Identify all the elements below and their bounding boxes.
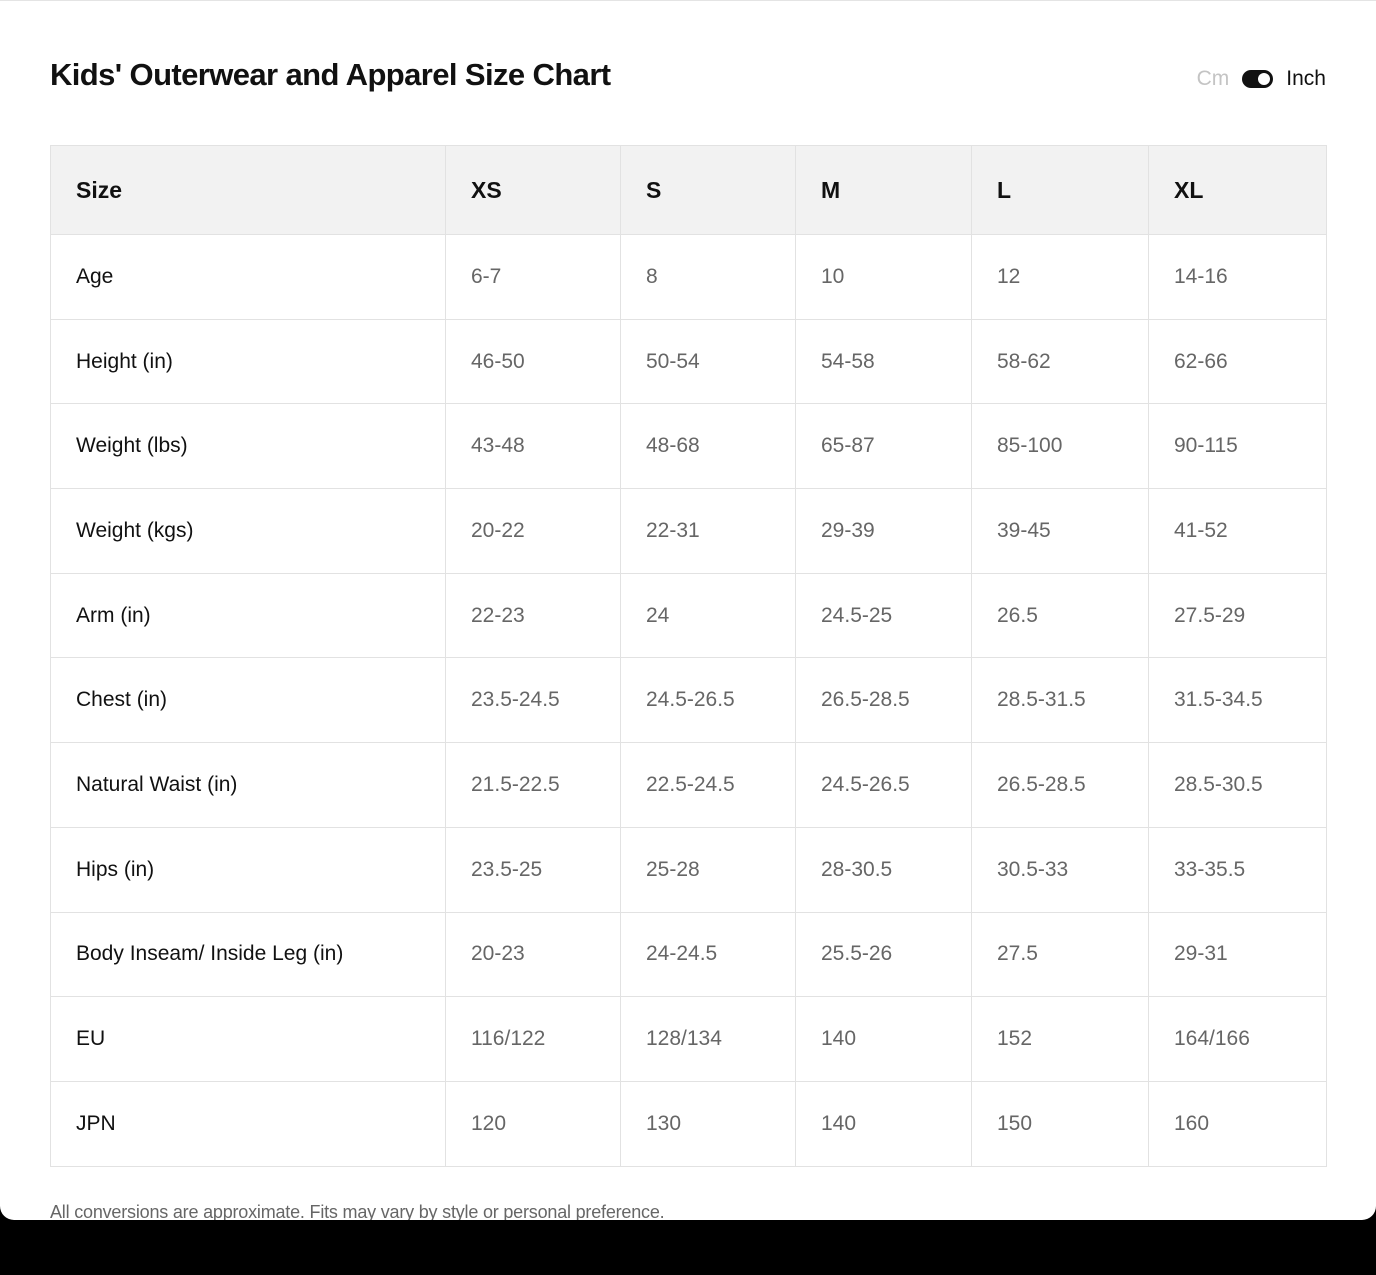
table-row: Weight (lbs) 43-48 48-68 65-87 85-100 90-115 <box>50 403 1327 490</box>
table-cell: 28-30.5 <box>795 826 972 913</box>
table-cell: 164/166 <box>1148 996 1327 1082</box>
header-cell-size: Size <box>50 145 446 235</box>
table-cell: 28.5-31.5 <box>971 657 1149 744</box>
header-cell-m: M <box>795 145 972 235</box>
header-cell-xl: XL <box>1148 145 1327 235</box>
table-cell: 20-23 <box>445 911 621 998</box>
table-cell: 41-52 <box>1148 488 1327 574</box>
table-cell: 12 <box>971 234 1149 320</box>
table-cell: 39-45 <box>971 488 1149 574</box>
unit-switch-knob <box>1258 73 1271 85</box>
unit-inch-label[interactable]: Inch <box>1286 67 1326 91</box>
row-label: Height (in) <box>50 318 446 405</box>
row-label: EU <box>50 996 446 1082</box>
table-row: Height (in) 46-50 50-54 54-58 58-62 62-66 <box>50 318 1327 405</box>
table-cell: 48-68 <box>620 403 796 490</box>
table-cell: 27.5 <box>971 911 1149 998</box>
table-cell: 120 <box>445 1080 621 1167</box>
table-cell: 20-22 <box>445 488 621 574</box>
table-cell: 21.5-22.5 <box>445 742 621 828</box>
unit-switch[interactable] <box>1242 70 1274 88</box>
table-cell: 24.5-26.5 <box>795 742 972 828</box>
table-cell: 22-23 <box>445 572 621 659</box>
table-cell: 130 <box>620 1080 796 1167</box>
size-table: Size XS S M L XL Age 6-7 8 10 12 14-16 Height (in) 4… <box>50 145 1327 1167</box>
table-cell: 128/134 <box>620 996 796 1082</box>
table-cell: 85-100 <box>971 403 1149 490</box>
table-cell: 30.5-33 <box>971 826 1149 913</box>
table-cell: 90-115 <box>1148 403 1327 490</box>
table-cell: 25-28 <box>620 826 796 913</box>
size-chart-header: Kids' Outerwear and Apparel Size Chart C… <box>50 57 1326 101</box>
table-row: Body Inseam/ Inside Leg (in) 20-23 24-24.5… <box>50 911 1327 998</box>
table-cell: 22.5-24.5 <box>620 742 796 828</box>
table-cell: 54-58 <box>795 318 972 405</box>
table-cell: 14-16 <box>1148 234 1327 320</box>
header-cell-l: L <box>971 145 1149 235</box>
table-row: JPN 120 130 140 150 160 <box>50 1080 1327 1167</box>
table-cell: 24.5-26.5 <box>620 657 796 744</box>
table-cell: 33-35.5 <box>1148 826 1327 913</box>
table-cell: 22-31 <box>620 488 796 574</box>
table-cell: 27.5-29 <box>1148 572 1327 659</box>
table-cell: 26.5-28.5 <box>971 742 1149 828</box>
table-cell: 26.5-28.5 <box>795 657 972 744</box>
table-cell: 25.5-26 <box>795 911 972 998</box>
table-cell: 65-87 <box>795 403 972 490</box>
table-cell: 29-39 <box>795 488 972 574</box>
header-row: Size XS S M L XL <box>50 145 1327 235</box>
row-label: Chest (in) <box>50 657 446 744</box>
table-cell: 43-48 <box>445 403 621 490</box>
table-cell: 50-54 <box>620 318 796 405</box>
row-label: Body Inseam/ Inside Leg (in) <box>50 911 446 998</box>
table-cell: 31.5-34.5 <box>1148 657 1327 744</box>
table-cell: 26.5 <box>971 572 1149 659</box>
table-row: Chest (in) 23.5-24.5 24.5-26.5 26.5-28.5 28.… <box>50 657 1327 744</box>
unit-cm-label[interactable]: Cm <box>1197 67 1230 91</box>
table-cell: 28.5-30.5 <box>1148 742 1327 828</box>
table-cell: 58-62 <box>971 318 1149 405</box>
row-label: Weight (lbs) <box>50 403 446 490</box>
table-cell: 62-66 <box>1148 318 1327 405</box>
unit-toggle: Cm Inch <box>1197 65 1326 93</box>
size-table-header: Size XS S M L XL <box>50 145 1327 235</box>
row-label: Weight (kgs) <box>50 488 446 574</box>
table-row: Arm (in) 22-23 24 24.5-25 26.5 27.5-29 <box>50 572 1327 659</box>
table-cell: 8 <box>620 234 796 320</box>
row-label: Arm (in) <box>50 572 446 659</box>
table-cell: 24-24.5 <box>620 911 796 998</box>
table-row: Natural Waist (in) 21.5-22.5 22.5-24.5 24.5… <box>50 742 1327 828</box>
table-cell: 116/122 <box>445 996 621 1082</box>
table-cell: 152 <box>971 996 1149 1082</box>
table-row: Age 6-7 8 10 12 14-16 <box>50 234 1327 320</box>
row-label: Hips (in) <box>50 826 446 913</box>
header-cell-xs: XS <box>445 145 621 235</box>
row-label: JPN <box>50 1080 446 1167</box>
table-cell: 10 <box>795 234 972 320</box>
footnote: All conversions are approximate. Fits ma… <box>50 1202 665 1220</box>
table-cell: 140 <box>795 996 972 1082</box>
row-label: Age <box>50 234 446 320</box>
table-cell: 150 <box>971 1080 1149 1167</box>
row-label: Natural Waist (in) <box>50 742 446 828</box>
size-table-body: Age 6-7 8 10 12 14-16 Height (in) 46-50 50-54 54-… <box>50 234 1327 1167</box>
table-cell: 24.5-25 <box>795 572 972 659</box>
table-cell: 23.5-25 <box>445 826 621 913</box>
header-cell-s: S <box>620 145 796 235</box>
page-title: Kids' Outerwear and Apparel Size Chart <box>50 57 611 92</box>
table-cell: 29-31 <box>1148 911 1327 998</box>
table-cell: 140 <box>795 1080 972 1167</box>
table-cell: 23.5-24.5 <box>445 657 621 744</box>
size-chart-panel: Kids' Outerwear and Apparel Size Chart C… <box>0 0 1376 1220</box>
table-cell: 46-50 <box>445 318 621 405</box>
table-cell: 24 <box>620 572 796 659</box>
table-cell: 160 <box>1148 1080 1327 1167</box>
table-row: Hips (in) 23.5-25 25-28 28-30.5 30.5-33 33-35… <box>50 826 1327 913</box>
table-row: Weight (kgs) 20-22 22-31 29-39 39-45 41-52 <box>50 488 1327 574</box>
table-row: EU 116/122 128/134 140 152 164/166 <box>50 996 1327 1082</box>
table-cell: 6-7 <box>445 234 621 320</box>
